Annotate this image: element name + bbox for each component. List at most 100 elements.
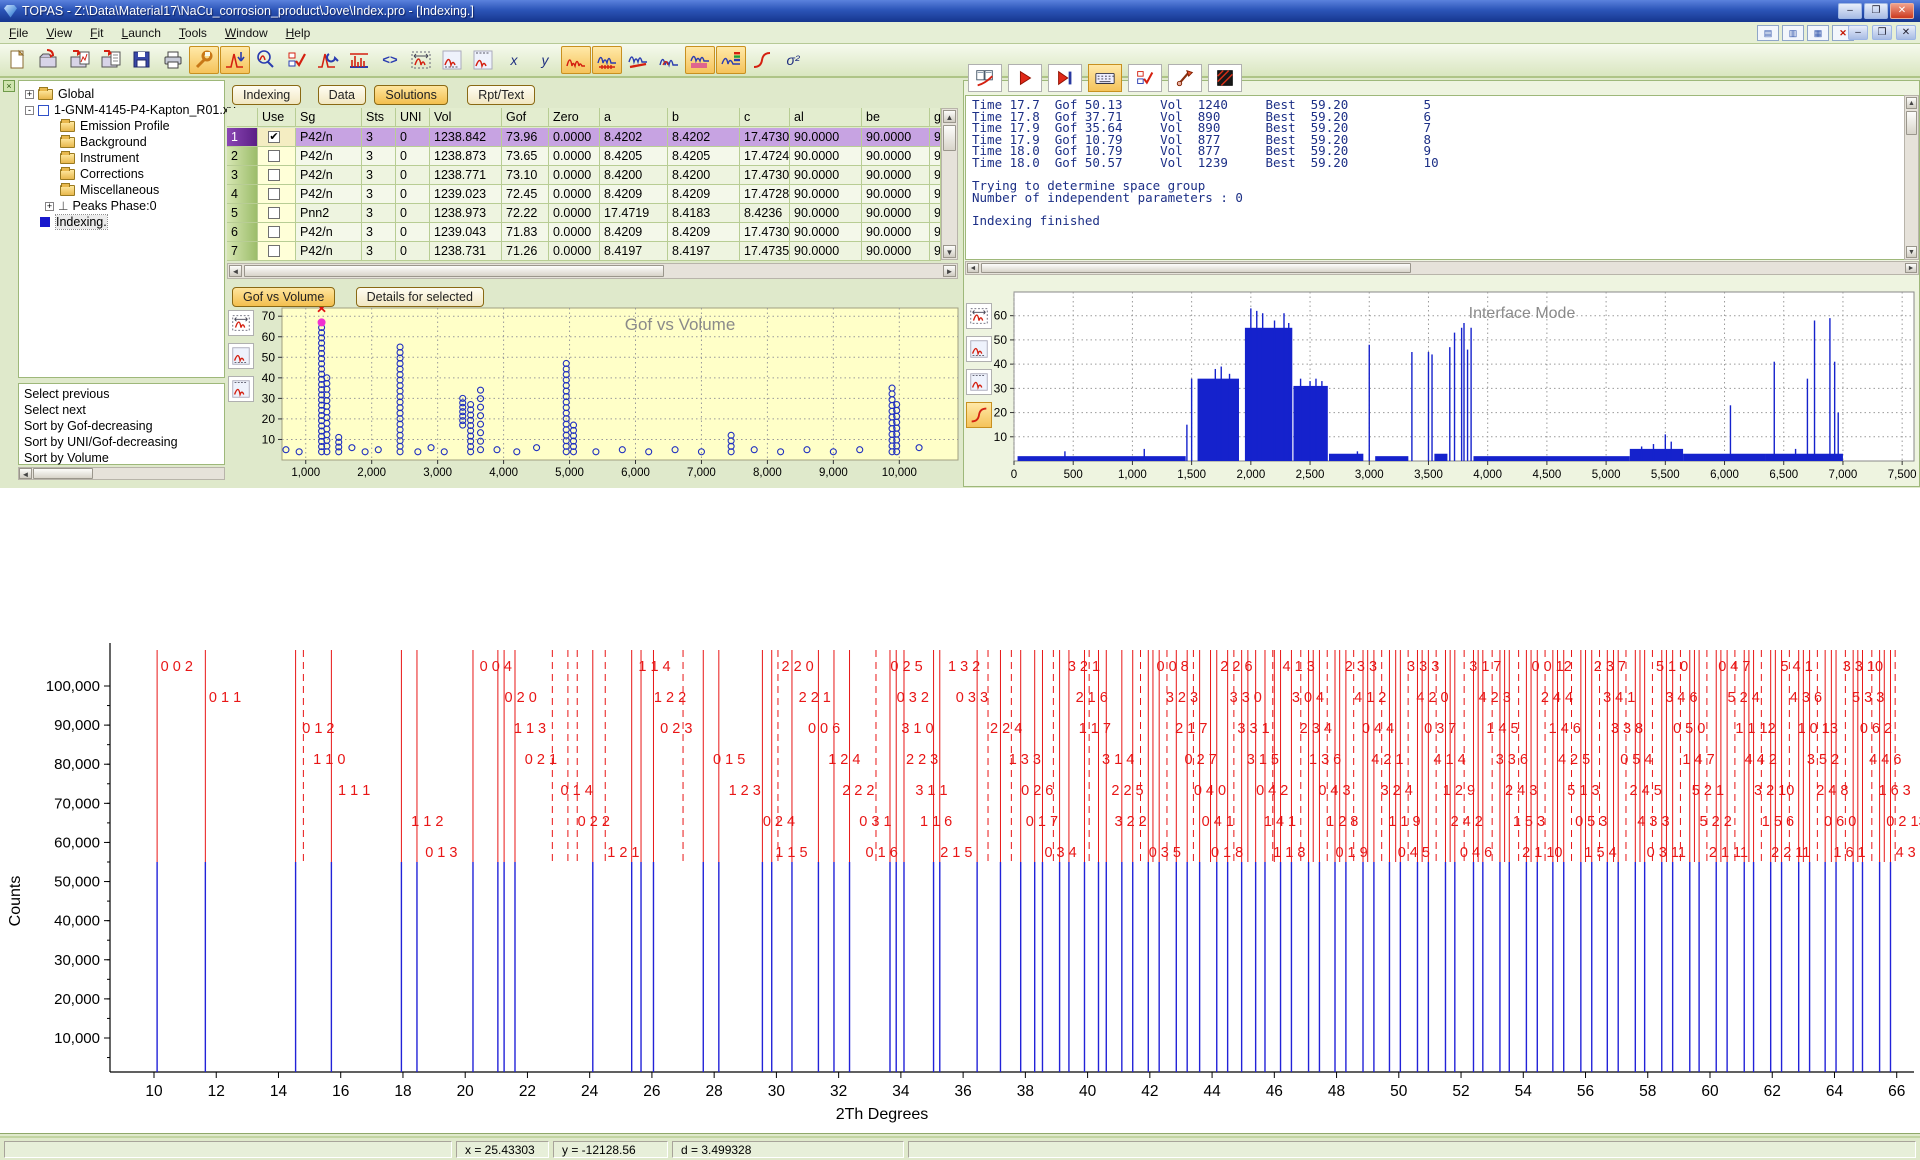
table-vscrollbar[interactable]: ▲ ▼ [941,108,958,260]
cell-UNI[interactable]: 0 [396,166,430,185]
cell-g[interactable]: 9 [930,166,941,185]
cell-be[interactable]: 90.0000 [862,185,930,204]
cell-al[interactable]: 90.0000 [790,185,862,204]
cell-Gof[interactable]: 73.96 [502,128,549,147]
tree-item-peaks-phase-0[interactable]: +⊥Peaks Phase:0 [45,198,157,214]
pattern-box-icon[interactable] [1208,64,1242,92]
fit-width-icon[interactable] [406,46,436,74]
cell-a[interactable]: 8.4209 [600,223,668,242]
menu-launch[interactable]: Launch [113,23,170,43]
cell-Sg[interactable]: P42/n [296,242,362,261]
cell-c[interactable]: 17.4730 [740,223,790,242]
column-header-Zero[interactable]: Zero [549,108,600,127]
mdi-restore-button[interactable]: ❐ [1872,25,1892,40]
cell-a[interactable]: 17.4719 [600,204,668,223]
column-header-b[interactable]: b [668,108,740,127]
cell-Sg[interactable]: P42/n [296,223,362,242]
minimize-button[interactable]: – [1838,3,1862,19]
tile-horizontal-icon[interactable]: ▤ [1757,25,1779,41]
print-icon[interactable] [158,46,188,74]
y-axis-icon[interactable]: y [530,46,560,74]
column-header-Sts[interactable]: Sts [362,108,396,127]
cell-Sg[interactable]: P42/n [296,185,362,204]
cell-b[interactable]: 8.4202 [668,128,740,147]
scan-checkbox[interactable] [38,105,49,116]
cell-b[interactable]: 8.4205 [668,147,740,166]
cell-al[interactable]: 90.0000 [790,128,862,147]
action-sort-by-uni-gof-decreasing[interactable]: Sort by UNI/Gof-decreasing [24,435,178,449]
peaks-comb-icon[interactable] [685,46,715,74]
peak-baseline-icon[interactable] [437,46,467,74]
tree-item-background[interactable]: Background [45,134,147,150]
column-header-a[interactable]: a [600,108,668,127]
cell-Zero[interactable]: 0.0000 [549,166,600,185]
subtab-details-for-selected[interactable]: Details for selected [356,287,484,307]
run-to-end-icon[interactable] [1048,64,1082,92]
dart-icon[interactable] [1168,64,1202,92]
cell-UNI[interactable]: 0 [396,242,430,261]
column-header-Use[interactable]: Use [258,108,296,127]
actions-hscrollbar[interactable]: ◄ [18,467,225,480]
use-checkbox[interactable] [268,169,280,181]
scurve-icon[interactable] [747,46,777,74]
tab-indexing[interactable]: Indexing [232,85,301,105]
use-checkbox[interactable] [268,150,280,162]
cascade-windows-icon[interactable]: ▦ [1807,25,1829,41]
tree-item-instrument[interactable]: Instrument [45,150,139,166]
cell-g[interactable]: 9 [930,185,941,204]
column-header-c[interactable]: c [740,108,790,127]
menu-file[interactable]: File [0,23,37,43]
cell-al[interactable]: 90.0000 [790,242,862,261]
cell-Sg[interactable]: P42/n [296,147,362,166]
gof-vs-volume-chart[interactable]: 102030405060701,0002,0003,0004,0005,0006… [227,282,962,487]
cell-a[interactable]: 8.4200 [600,166,668,185]
row-number[interactable]: 2 [227,147,258,166]
cell-Zero[interactable]: 0.0000 [549,185,600,204]
cell-Vol[interactable]: 1239.023 [430,185,502,204]
tile-vertical-icon[interactable]: ▥ [1782,25,1804,41]
x-axis-icon[interactable]: x [499,46,529,74]
cell-b[interactable]: 8.4197 [668,242,740,261]
cell-be[interactable]: 90.0000 [862,166,930,185]
cell-be[interactable]: 90.0000 [862,242,930,261]
cell-Sts[interactable]: 3 [362,166,396,185]
peak-tools-icon[interactable] [313,46,343,74]
cell-UNI[interactable]: 0 [396,147,430,166]
column-header-al[interactable]: al [790,108,862,127]
cell-c[interactable]: 17.4724 [740,147,790,166]
cell-b[interactable]: 8.4209 [668,223,740,242]
row-number[interactable]: 5 [227,204,258,223]
tree-item-corrections[interactable]: Corrections [45,166,144,182]
peak-insert-icon[interactable] [220,46,250,74]
cell-a[interactable]: 8.4202 [600,128,668,147]
cell-Gof[interactable]: 71.83 [502,223,549,242]
column-header-g[interactable]: g [930,108,941,127]
cell-Vol[interactable]: 1238.731 [430,242,502,261]
cell-Vol[interactable]: 1239.043 [430,223,502,242]
cell-a[interactable]: 8.4205 [600,147,668,166]
row-number[interactable]: 6 [227,223,258,242]
checklist-small-icon[interactable] [1128,64,1162,92]
cell-b[interactable]: 8.4183 [668,204,740,223]
cell-Zero[interactable]: 0.0000 [549,242,600,261]
keyboard-icon[interactable] [1088,64,1122,92]
cell-Sg[interactable]: P42/n [296,128,362,147]
cell-Sg[interactable]: P42/n [296,166,362,185]
menu-tools[interactable]: Tools [170,23,216,43]
action-sort-by-gof-decreasing[interactable]: Sort by Gof-decreasing [24,419,153,433]
cell-al[interactable]: 90.0000 [790,204,862,223]
tab-solutions[interactable]: Solutions [374,85,447,105]
peaks-slash-icon[interactable] [623,46,653,74]
peaks-blue-icon[interactable] [654,46,684,74]
open-file-icon[interactable] [34,46,64,74]
cell-Sts[interactable]: 3 [362,242,396,261]
tree-item-1-gnm-4145-p4-kapton-r01-xy[interactable]: -1-GNM-4145-P4-Kapton_R01.xy [25,102,235,118]
cell-Sts[interactable]: 3 [362,147,396,166]
sigma-icon[interactable]: σ² [778,46,808,74]
row-number[interactable]: 7 [227,242,258,261]
cell-al[interactable]: 90.0000 [790,147,862,166]
column-header-Gof[interactable]: Gof [502,108,549,127]
use-checkbox[interactable] [268,226,280,238]
table-hscrollbar[interactable]: ◄ ► [227,263,958,279]
cell-be[interactable]: 90.0000 [862,128,930,147]
